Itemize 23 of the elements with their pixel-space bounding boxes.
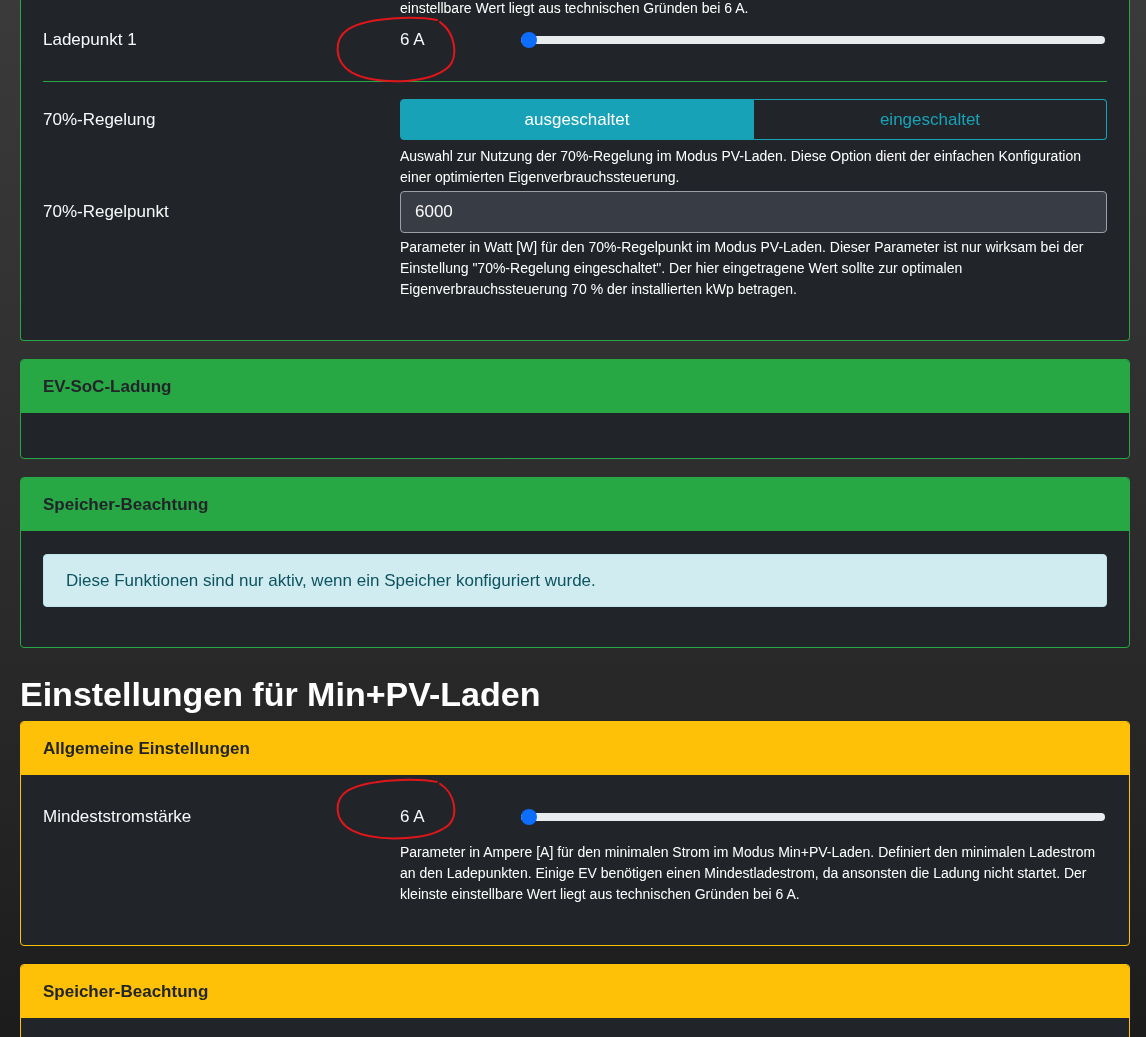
slider-thumb[interactable] xyxy=(521,809,537,825)
current-value: 6 A xyxy=(400,29,425,51)
toggle-button[interactable]: eingeschaltet xyxy=(754,99,1107,140)
help-text: Parameter in Watt [W] für den 70%-Regelpunkt im Modus PV-Laden. Dieser Parameter ist nur wirksam bei der Einstellung "70%-Regelung eingeschaltet". Der hier eingetragene Wert sollte zur optimalen Eigenverbrauchssteuerung 70 % der installierten kWp betragen. xyxy=(400,238,1085,299)
help-text: Auswahl zur Nutzung der 70%-Regelung im Modus PV-Laden. Diese Option dient der einfachen Konfiguration einer optimierten Eigenverbrauchssteuerung. xyxy=(400,147,1082,187)
slider-track[interactable] xyxy=(521,32,1105,48)
card-header: EV-SoC-Ladung xyxy=(21,360,1129,413)
toggle-button[interactable]: ausgeschaltet xyxy=(400,99,754,140)
section-heading: Einstellungen für Min+PV-Laden xyxy=(20,674,542,714)
current-value: 6 A xyxy=(400,806,425,828)
number-field[interactable]: 6000 xyxy=(400,191,1107,233)
card-header: Speicher-Beachtung xyxy=(21,965,1129,1018)
info-alert: Diese Funktionen sind nur aktiv, wenn ein Speicher konfiguriert wurde. xyxy=(43,554,1107,607)
card-header: Allgemeine Einstellungen xyxy=(21,722,1129,775)
help-text: Parameter in Ampere [A] für den minimalen Strom im Modus Min+PV-Laden. Definiert den minimalen Ladestrom an den Ladepunkten. Einige EV benötigen einen Mindestladestrom, da ansonsten die Ladung nicht startet. Der kleinste einstellbare Wert liegt aus technischen Gründen bei 6 A. xyxy=(400,843,1097,904)
card-header: Speicher-Beachtung xyxy=(21,478,1129,531)
field-label: 70%-Regelpunkt xyxy=(43,201,169,223)
field-label: Ladepunkt 1 xyxy=(43,29,137,51)
help-text: einstellbare Wert liegt aus technischen Gründen bei 6 A. xyxy=(400,0,750,16)
slider-thumb[interactable] xyxy=(521,32,537,48)
slider-track[interactable] xyxy=(521,809,1105,825)
field-label: 70%-Regelung xyxy=(43,109,156,131)
field-label: Mindeststromstärke xyxy=(43,806,192,828)
